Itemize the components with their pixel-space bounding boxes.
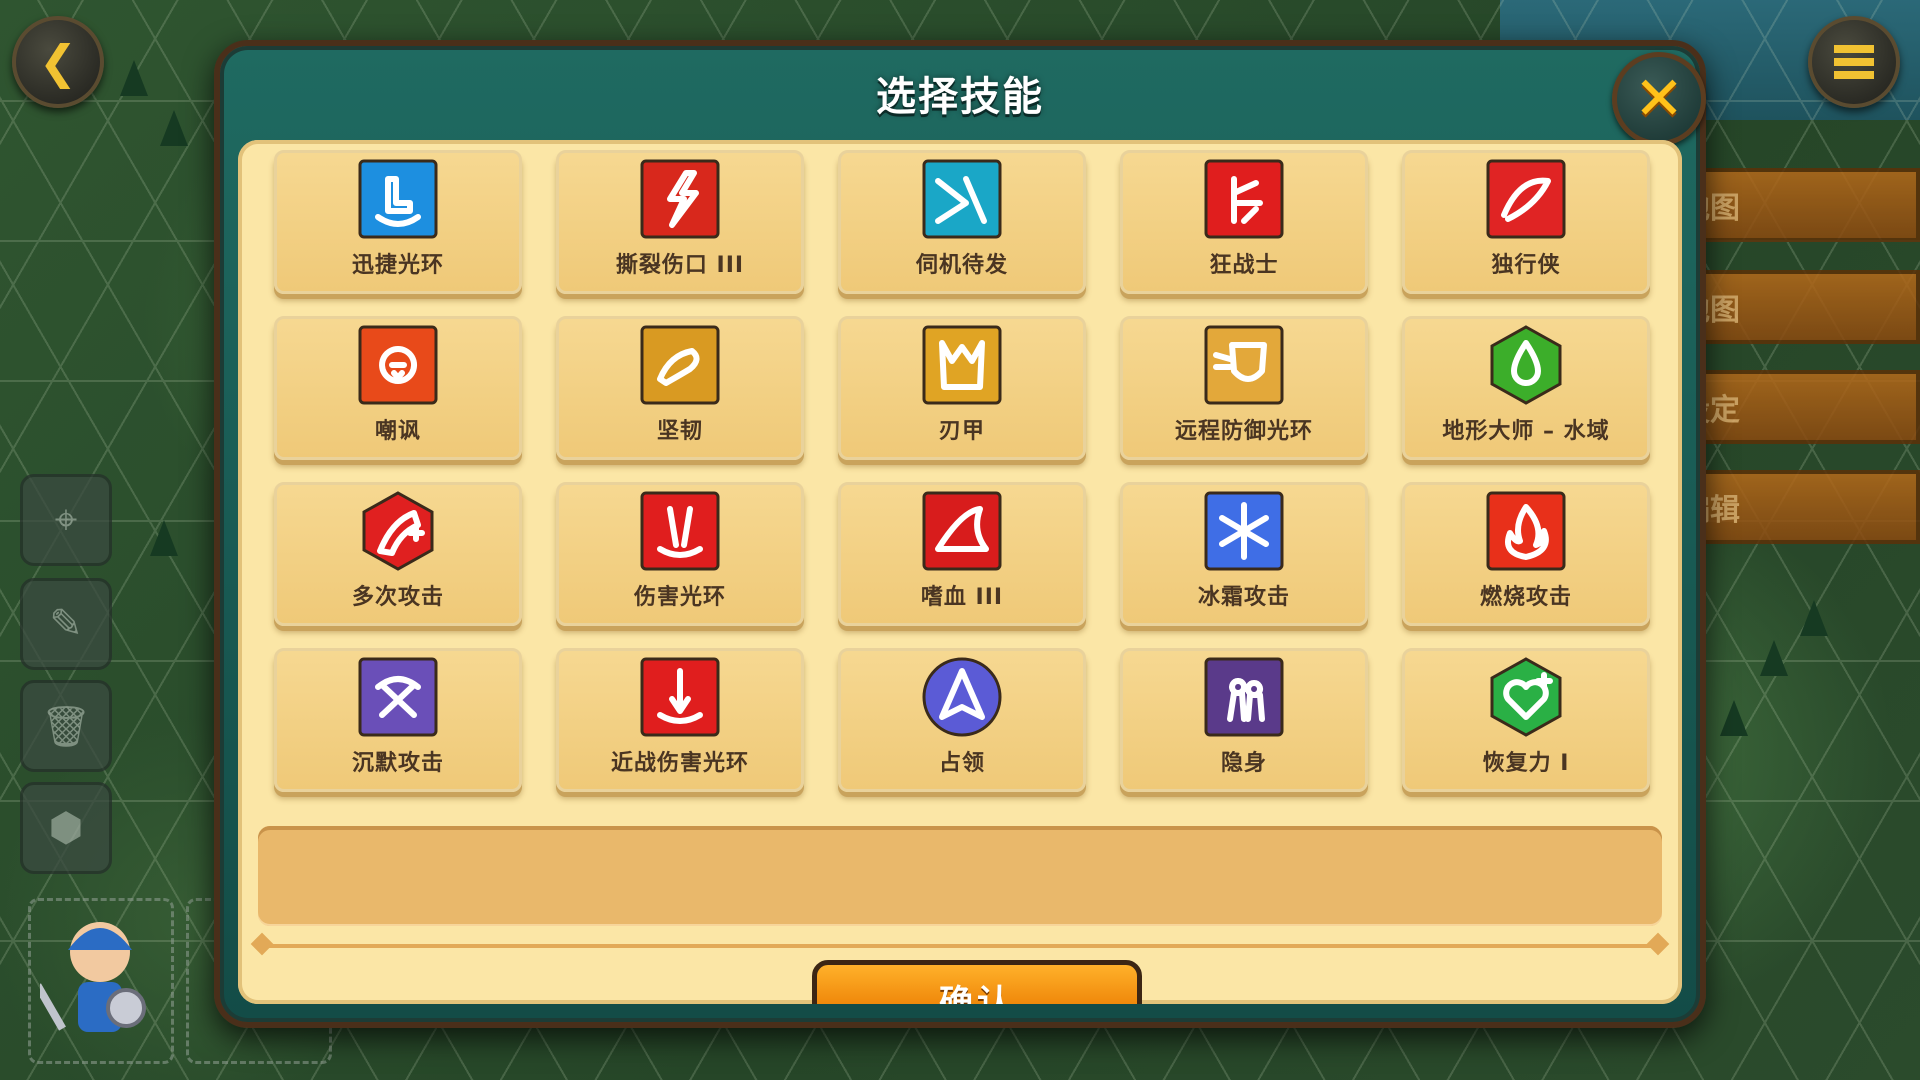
trash-icon: 🗑: [40, 703, 92, 750]
skill-card[interactable]: 多次攻击: [274, 482, 522, 626]
berserker-icon: [1204, 159, 1284, 239]
terrain-master-water-icon: [1490, 325, 1562, 405]
skill-name: 嘲讽: [374, 419, 421, 444]
skill-name: 伤害光环: [633, 585, 726, 610]
chevron-left-icon: ❮: [38, 35, 78, 89]
skill-name: 撕裂伤口 III: [615, 253, 745, 278]
lone-ranger-icon: [1486, 159, 1566, 239]
skill-card[interactable]: 撕裂伤口 III: [556, 150, 804, 294]
silence-attack-icon: [358, 657, 438, 737]
tree: [160, 110, 188, 146]
skill-name: 狂战士: [1209, 253, 1279, 278]
taunt-icon: [358, 325, 438, 405]
tree: [150, 520, 178, 556]
skill-name: 刃甲: [938, 419, 985, 444]
skill-name: 占领: [938, 751, 985, 776]
target-tool-button[interactable]: ⌖: [20, 474, 112, 566]
skill-grid: 迅捷光环 撕裂伤口 III 伺机待发 狂战士 独行侠嘲讽 坚韧 刃甲 远程防御光环 地形大师 –…: [274, 140, 1666, 792]
skill-panel: 迅捷光环 撕裂伤口 III 伺机待发 狂战士 独行侠嘲讽 坚韧 刃甲 远程防御光环 地形大师 –…: [238, 140, 1682, 1004]
skill-card[interactable]: 狂战士: [1120, 150, 1368, 294]
skill-card[interactable]: 独行侠: [1402, 150, 1650, 294]
skill-name: 隐身: [1220, 751, 1267, 776]
skill-card[interactable]: 地形大师 – 水域: [1402, 316, 1650, 460]
confirm-button[interactable]: 确认: [812, 960, 1142, 1004]
blade-armor-icon: [922, 325, 1002, 405]
hex-tool-button[interactable]: ⬢: [20, 782, 112, 874]
skill-description-box: [258, 826, 1662, 926]
skill-card[interactable]: 嘲讽: [274, 316, 522, 460]
tree: [120, 60, 148, 96]
occupy-icon: [922, 657, 1002, 737]
recovery-icon: [1490, 657, 1562, 737]
skill-name: 多次攻击: [351, 585, 444, 610]
skill-name: 沉默攻击: [351, 751, 444, 776]
skill-name: 恢复力 I: [1482, 751, 1570, 776]
hero-avatar: [40, 922, 146, 1032]
skill-name: 冰霜攻击: [1197, 585, 1290, 610]
skill-card[interactable]: 沉默攻击: [274, 648, 522, 792]
skill-name: 远程防御光环: [1174, 419, 1313, 444]
toughness-icon: [640, 325, 720, 405]
menu-button[interactable]: [1808, 16, 1900, 108]
skill-card[interactable]: 伺机待发: [838, 150, 1086, 294]
crosshair-icon: ⌖: [54, 497, 78, 543]
skill-name: 迅捷光环: [351, 253, 444, 278]
skill-card[interactable]: 嗜血 III: [838, 482, 1086, 626]
skill-card[interactable]: 冰霜攻击: [1120, 482, 1368, 626]
delete-tool-button[interactable]: 🗑: [20, 680, 112, 772]
skill-name: 嗜血 III: [920, 585, 1004, 610]
close-button[interactable]: ✕: [1612, 52, 1706, 146]
stealth-icon: [1204, 657, 1284, 737]
skill-card[interactable]: 坚韧: [556, 316, 804, 460]
skill-card[interactable]: 恢复力 I: [1402, 648, 1650, 792]
dialog-title: 选择技能: [876, 74, 1044, 120]
tree: [1720, 700, 1748, 736]
skill-name: 伺机待发: [915, 253, 1008, 278]
skill-card[interactable]: 伤害光环: [556, 482, 804, 626]
ambush-icon: [922, 159, 1002, 239]
skill-card[interactable]: 燃烧攻击: [1402, 482, 1650, 626]
speed-aura-icon: [358, 159, 438, 239]
skill-card[interactable]: 近战伤害光环: [556, 648, 804, 792]
ranged-defense-aura-icon: [1204, 325, 1284, 405]
burn-attack-icon: [1486, 491, 1566, 571]
skill-card[interactable]: 远程防御光环: [1120, 316, 1368, 460]
multi-attack-icon: [362, 491, 434, 571]
skill-card[interactable]: 迅捷光环: [274, 150, 522, 294]
brush-icon: ✎: [49, 601, 83, 647]
skill-card[interactable]: 占领: [838, 648, 1086, 792]
tree: [1760, 640, 1788, 676]
select-skill-dialog: 选择技能 ✕ 迅捷光环 撕裂伤口 III 伺机待发 狂战士 独行侠嘲讽 坚韧 刃甲 远程防御光…: [214, 40, 1706, 1028]
skill-name: 燃烧攻击: [1479, 585, 1572, 610]
close-icon: ✕: [1633, 64, 1685, 134]
skill-card[interactable]: 刃甲: [838, 316, 1086, 460]
damage-aura-icon: [640, 491, 720, 571]
brush-tool-button[interactable]: ✎: [20, 578, 112, 670]
rend-wound-icon: [640, 159, 720, 239]
skill-name: 近战伤害光环: [610, 751, 749, 776]
frost-attack-icon: [1204, 491, 1284, 571]
divider: [258, 944, 1662, 948]
hamburger-icon: [1834, 45, 1874, 79]
hexagon-icon: ⬢: [48, 805, 84, 851]
skill-name: 独行侠: [1491, 253, 1561, 278]
skill-card[interactable]: 隐身: [1120, 648, 1368, 792]
skill-name: 地形大师 – 水域: [1442, 419, 1610, 444]
melee-damage-aura-icon: [640, 657, 720, 737]
back-button[interactable]: ❮: [12, 16, 104, 108]
tree: [1800, 600, 1828, 636]
skill-name: 坚韧: [656, 419, 703, 444]
bloodlust-icon: [922, 491, 1002, 571]
